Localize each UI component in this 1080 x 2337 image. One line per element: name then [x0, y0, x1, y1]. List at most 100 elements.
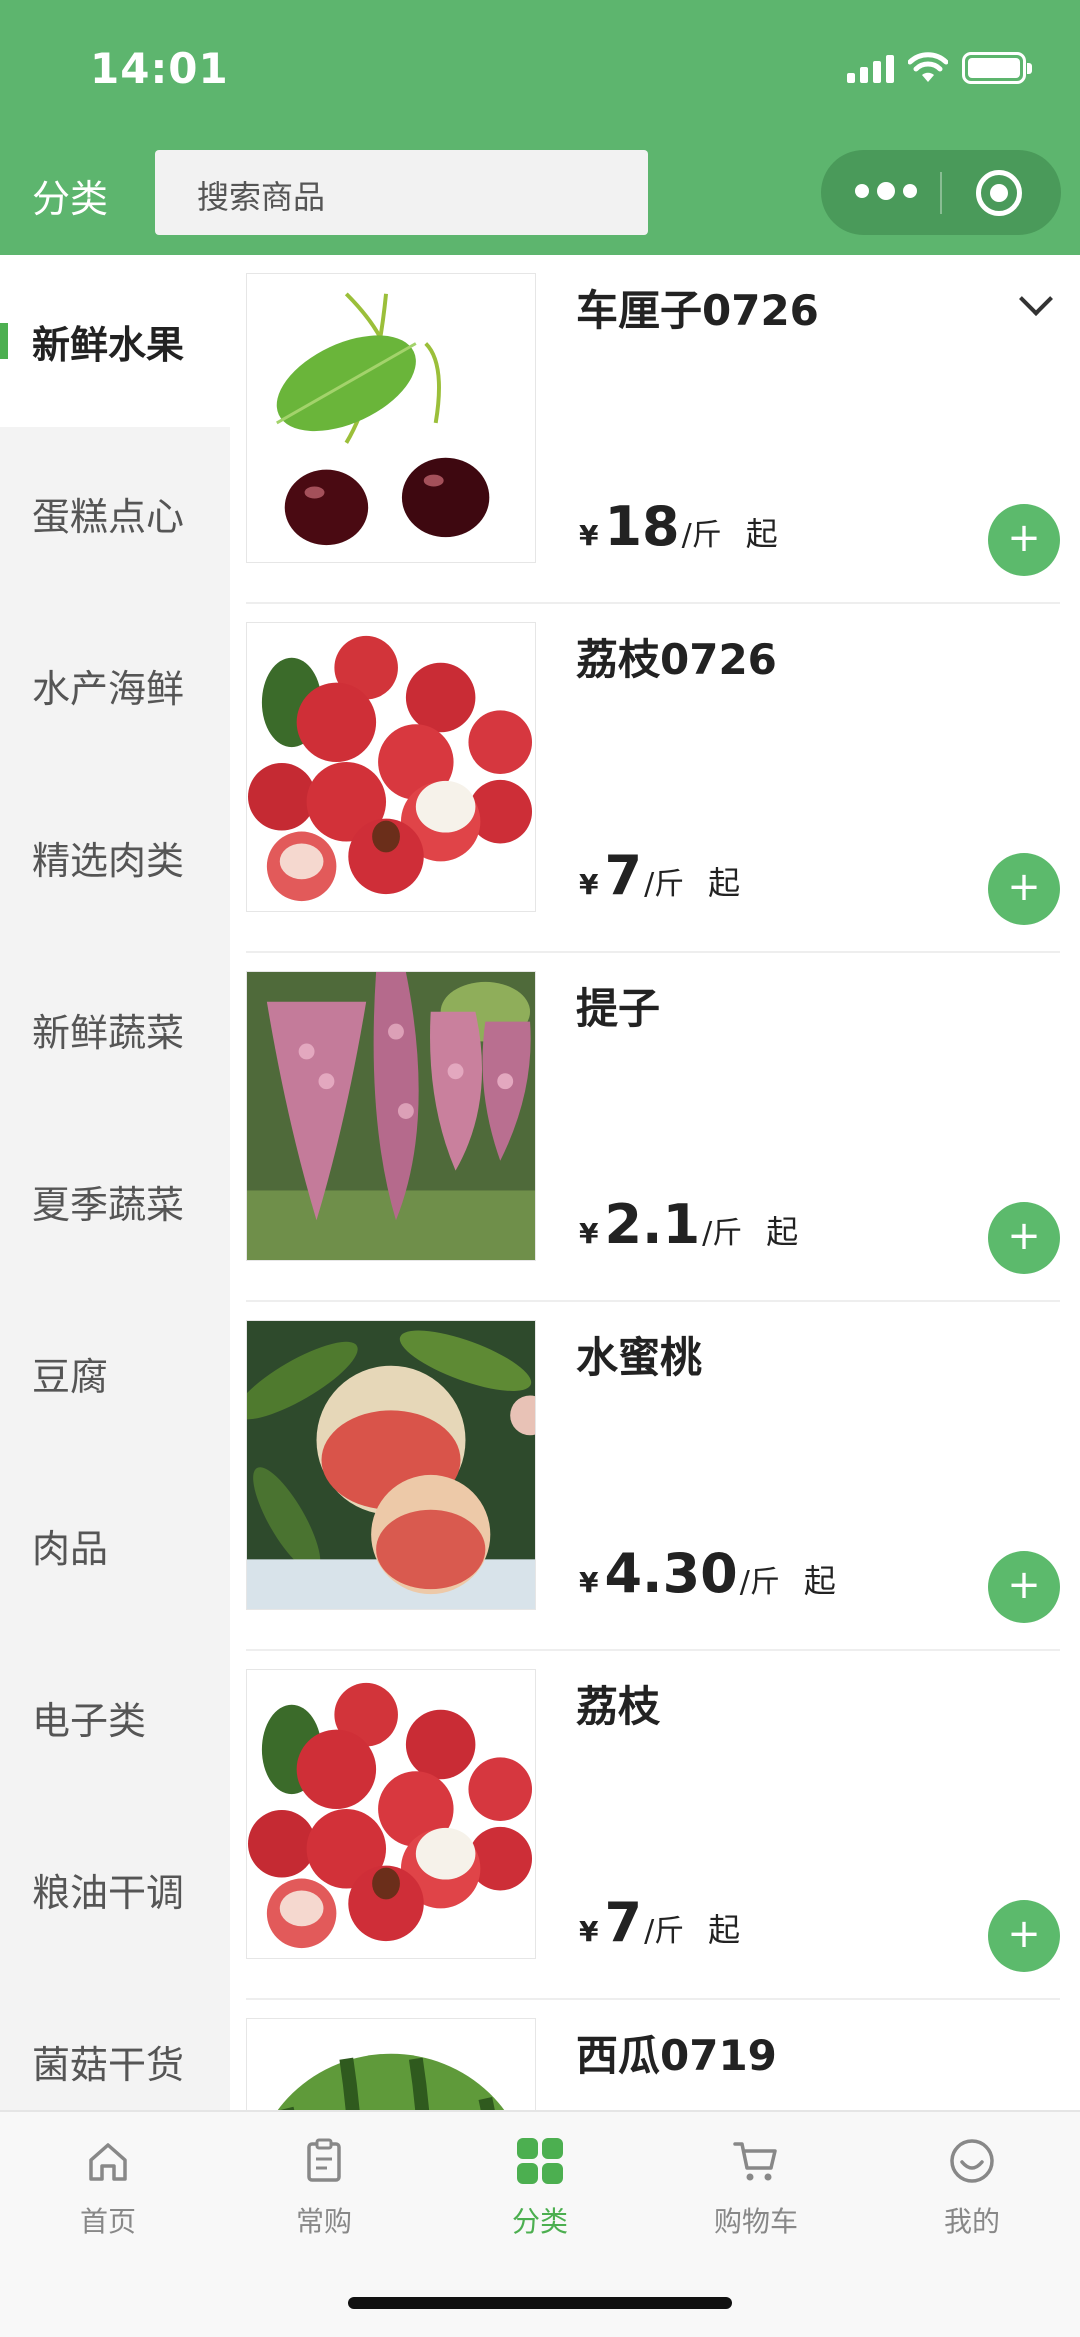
sidebar-item-label: 蛋糕点心	[32, 494, 185, 539]
product-image-peach[interactable]	[246, 1320, 536, 1610]
category-sidebar: 新鲜水果 蛋糕点心 水产海鲜 精选肉类 新鲜蔬菜 夏季蔬菜 豆腐 肉品 电子类 …	[0, 255, 230, 2110]
product-price: ¥ 18 /斤 起	[579, 495, 778, 558]
price-suffix: 起	[766, 1213, 799, 1251]
tab-frequent[interactable]: 常购	[216, 2112, 432, 2262]
grid-icon	[517, 2138, 563, 2184]
currency-symbol: ¥	[579, 868, 599, 901]
tab-category[interactable]: 分类	[432, 2112, 648, 2262]
price-unit: /斤	[644, 1914, 685, 1949]
currency-symbol: ¥	[579, 1566, 599, 1599]
sidebar-item-label: 豆腐	[32, 1354, 109, 1399]
currency-symbol: ¥	[579, 1915, 599, 1948]
price-unit: /斤	[739, 1565, 780, 1600]
sidebar-item-electronics[interactable]: 电子类	[0, 1631, 230, 1803]
product-name: 荔枝	[576, 1682, 661, 1731]
product-price: ¥ 7 /斤 起	[579, 1891, 740, 1954]
top-header: 14:01 分类 搜索商品	[0, 0, 1080, 255]
currency-symbol: ¥	[579, 1217, 599, 1250]
sidebar-item-label: 电子类	[32, 1698, 147, 1743]
product-item[interactable]: 西瓜0719	[246, 2000, 1060, 2110]
price-unit: /斤	[644, 867, 685, 902]
product-item[interactable]: 荔枝0726 ¥ 7 /斤 起 +	[246, 604, 1060, 953]
product-name: 西瓜0719	[576, 2031, 777, 2080]
tab-cart[interactable]: 购物车	[648, 2112, 864, 2262]
add-to-cart-button[interactable]: +	[988, 504, 1060, 576]
price-value: 7	[604, 844, 643, 907]
sidebar-item-cakes[interactable]: 蛋糕点心	[0, 427, 230, 599]
tab-label: 我的	[943, 2205, 1000, 2238]
price-value: 7	[604, 1891, 643, 1954]
price-unit: /斤	[681, 518, 722, 553]
tab-home[interactable]: 首页	[0, 2112, 216, 2262]
product-list: 车厘子0726 ¥ 18 /斤 起 + 荔枝0726 ¥ 7 /斤 起 + 提子…	[230, 255, 1080, 2110]
page-title: 分类	[32, 177, 109, 221]
product-name: 车厘子0726	[576, 286, 819, 335]
product-image-lychee[interactable]	[246, 622, 536, 912]
product-price: ¥ 7 /斤 起	[579, 844, 740, 907]
capsule-divider	[940, 172, 942, 214]
product-item[interactable]: 车厘子0726 ¥ 18 /斤 起 +	[246, 255, 1060, 604]
price-value: 2.1	[604, 1193, 701, 1256]
sidebar-item-label: 新鲜水果	[32, 322, 185, 367]
signal-icon	[847, 53, 894, 83]
product-image-grape[interactable]	[246, 971, 536, 1261]
price-suffix: 起	[708, 1911, 741, 1949]
tab-label: 分类	[511, 2205, 568, 2238]
product-item[interactable]: 荔枝 ¥ 7 /斤 起 +	[246, 1651, 1060, 2000]
sidebar-item-label: 新鲜蔬菜	[32, 1010, 185, 1055]
product-image-cherry[interactable]	[246, 273, 536, 563]
add-to-cart-button[interactable]: +	[988, 1202, 1060, 1274]
price-suffix: 起	[708, 864, 741, 902]
search-placeholder: 搜索商品	[197, 178, 326, 216]
status-icons	[847, 52, 1032, 84]
product-price: ¥ 2.1 /斤 起	[579, 1193, 798, 1256]
sidebar-item-seafood[interactable]: 水产海鲜	[0, 599, 230, 771]
price-suffix: 起	[803, 1562, 836, 1600]
sidebar-item-meat[interactable]: 肉品	[0, 1459, 230, 1631]
sidebar-item-fresh-vegetables[interactable]: 新鲜蔬菜	[0, 943, 230, 1115]
search-input[interactable]: 搜索商品	[155, 150, 648, 235]
sidebar-item-mushrooms[interactable]: 菌菇干货	[0, 1975, 230, 2110]
add-to-cart-button[interactable]: +	[988, 853, 1060, 925]
price-value: 4.30	[604, 1542, 738, 1605]
more-icon[interactable]	[855, 182, 917, 200]
sidebar-item-tofu[interactable]: 豆腐	[0, 1287, 230, 1459]
home-icon	[89, 2143, 127, 2181]
close-miniprogram-icon[interactable]	[976, 170, 1022, 216]
smile-icon	[950, 2139, 994, 2183]
clipboard-icon	[307, 2138, 341, 2182]
tab-label: 购物车	[713, 2205, 798, 2238]
sidebar-item-label: 精选肉类	[32, 838, 185, 883]
product-item[interactable]: 水蜜桃 ¥ 4.30 /斤 起 +	[246, 1302, 1060, 1651]
product-item[interactable]: 提子 ¥ 2.1 /斤 起 +	[246, 953, 1060, 1302]
currency-symbol: ¥	[579, 519, 599, 552]
product-name: 提子	[576, 984, 661, 1033]
tab-label: 首页	[79, 2205, 136, 2238]
tab-profile[interactable]: 我的	[864, 2112, 1080, 2262]
product-price: ¥ 4.30 /斤 起	[579, 1542, 836, 1605]
wifi-icon	[908, 52, 948, 82]
tab-label: 常购	[295, 2205, 352, 2238]
product-name: 荔枝0726	[576, 635, 777, 684]
sidebar-item-grain-oil[interactable]: 粮油干调	[0, 1803, 230, 1975]
price-value: 18	[604, 495, 680, 558]
chevron-down-icon[interactable]	[1019, 282, 1053, 316]
sidebar-item-meat-select[interactable]: 精选肉类	[0, 771, 230, 943]
battery-icon	[962, 52, 1032, 84]
add-to-cart-button[interactable]: +	[988, 1900, 1060, 1972]
sidebar-item-label: 水产海鲜	[32, 666, 185, 711]
status-time: 14:01	[90, 44, 229, 93]
sidebar-item-label: 粮油干调	[32, 1870, 185, 1915]
miniprogram-capsule	[821, 150, 1061, 235]
product-image-watermelon[interactable]	[246, 2018, 536, 2110]
sidebar-item-fresh-fruit[interactable]: 新鲜水果	[0, 255, 230, 427]
price-unit: /斤	[702, 1216, 743, 1251]
product-image-lychee[interactable]	[246, 1669, 536, 1959]
add-to-cart-button[interactable]: +	[988, 1551, 1060, 1623]
price-suffix: 起	[745, 515, 778, 553]
sidebar-item-label: 肉品	[32, 1526, 109, 1571]
sidebar-item-summer-vegetables[interactable]: 夏季蔬菜	[0, 1115, 230, 1287]
cart-icon	[733, 2142, 777, 2181]
home-indicator	[348, 2297, 732, 2309]
sidebar-item-label: 菌菇干货	[32, 2042, 185, 2087]
